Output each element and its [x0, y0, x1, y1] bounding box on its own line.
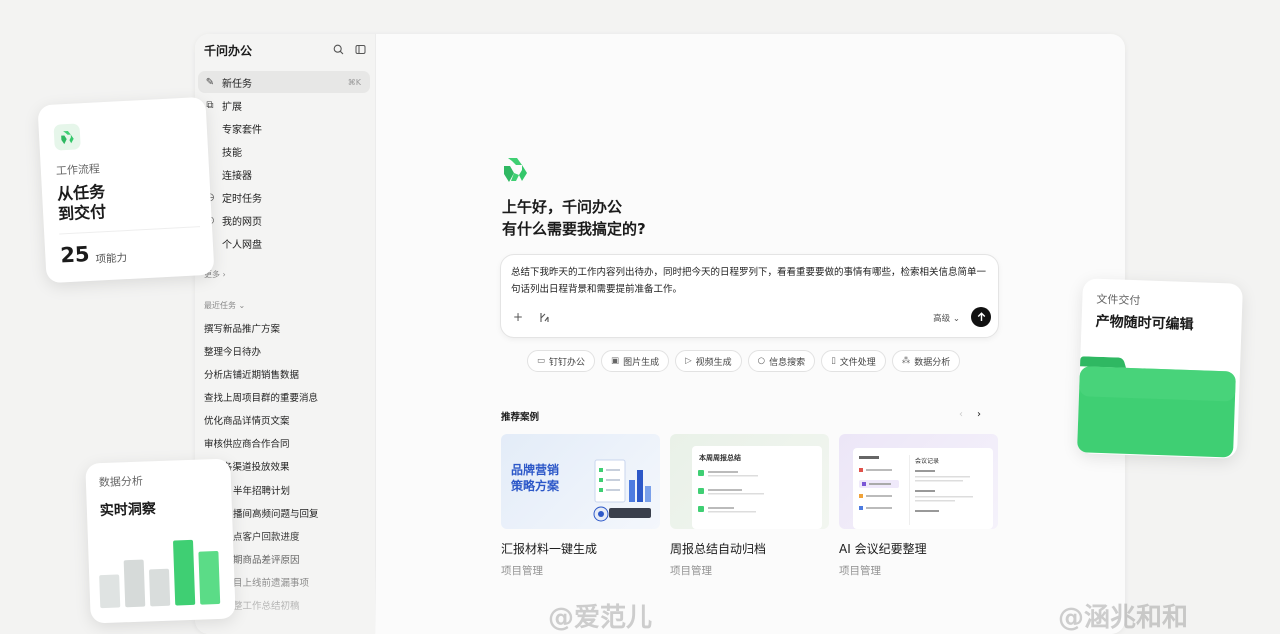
greeting: 上午好，千问办公 有什么需要我搞定的?: [502, 196, 646, 240]
chart-icon: ⁂: [901, 356, 911, 366]
chip-video-generation[interactable]: ▷ 视频生成: [675, 350, 742, 372]
recommended-cases-title: 推荐案例: [501, 412, 540, 423]
capability-count: 25: [59, 242, 91, 268]
sidebar-item-label: 新任务: [222, 78, 252, 90]
prompt-composer[interactable]: 总结下我昨天的工作内容列出待办，同时把今天的日程罗列下，看看重要要做的事情有哪些…: [500, 254, 999, 338]
card-headline: 从任务到交付: [56, 182, 107, 224]
qwen-logo-icon: [53, 123, 81, 151]
card-headline: 实时洞察: [99, 501, 157, 520]
watermark: @涵兆和和: [1058, 603, 1189, 633]
add-attachment-button[interactable]: +: [510, 309, 526, 325]
search-icon[interactable]: [331, 42, 345, 56]
sidebar-item-skills[interactable]: 技能: [198, 140, 370, 162]
case-thumbnail: 会议记录: [839, 434, 998, 529]
file-icon: ▯: [831, 356, 836, 366]
chip-data-analysis[interactable]: ⁂ 数据分析: [891, 350, 961, 372]
case-title: 周报总结自动归档: [670, 542, 767, 556]
recent-task-item[interactable]: 审核供应商合作合同: [204, 436, 290, 450]
card-label: 文件交付: [1096, 292, 1141, 308]
recent-task-item[interactable]: 目上线前遗漏事项: [233, 575, 309, 589]
sidebar-item-label: 定时任务: [222, 193, 262, 205]
case-thumbnail: 品牌营销 策略方案: [501, 434, 660, 529]
chip-dingtalk-office[interactable]: ▭ 钉钉办公: [527, 350, 596, 372]
recent-task-item[interactable]: 撰写新品推广方案: [204, 321, 280, 335]
bar-chart-illustration: [99, 539, 221, 609]
card-headline: 产物随时可编辑: [1095, 313, 1194, 334]
image-icon: ▣: [611, 356, 620, 366]
sidebar-item-scheduled-tasks[interactable]: ◷ 定时任务: [198, 186, 370, 208]
sidebar-item-extensions[interactable]: ⧉ 扩展: [198, 94, 370, 116]
app-window: 千问办公 ✎ 新任务 ⌘K ⧉ 扩展 专家套件 技能 连接器 定时任务 我的网页…: [195, 34, 1125, 634]
sidebar-item-expert-suite[interactable]: 专家套件: [198, 117, 370, 139]
recent-task-item[interactable]: 播间高频问题与回复: [233, 506, 319, 520]
case-title: 汇报材料一键生成: [501, 542, 598, 556]
tools-icon[interactable]: [536, 309, 552, 325]
recent-task-item[interactable]: 整理今日待办: [204, 344, 261, 358]
qwen-logo-icon: [502, 156, 528, 184]
case-thumbnail: 本周周报总结: [670, 434, 829, 529]
watermark: @爱范儿: [548, 603, 653, 633]
sidebar-item-personal-drive[interactable]: 个人网盘: [198, 232, 370, 254]
sidebar-item-label: 个人网盘: [222, 239, 262, 251]
edit-icon: ✎: [205, 76, 215, 88]
search-icon: ○: [757, 356, 766, 366]
case-title: AI 会议纪要整理: [839, 542, 927, 556]
capability-unit: 项能力: [95, 252, 128, 266]
sidebar-item-label: 我的网页: [222, 216, 262, 228]
greeting-line-2: 有什么需要我搞定的?: [502, 220, 646, 238]
prompt-input[interactable]: 总结下我昨天的工作内容列出待办，同时把今天的日程罗列下，看看重要要做的事情有哪些…: [511, 264, 990, 298]
recent-task-item[interactable]: 分析店铺近期销售数据: [204, 367, 299, 381]
card-label: 工作流程: [55, 162, 101, 178]
recent-task-item[interactable]: 优化商品详情页文案: [204, 413, 290, 427]
recent-tasks-header[interactable]: 最近任务 ⌄: [204, 300, 245, 311]
case-card[interactable]: 本周周报总结 周报总结自动归档 项目管理: [670, 434, 829, 578]
laptop-icon: ▭: [537, 356, 546, 366]
sidebar-item-my-webpages[interactable]: ◎ 我的网页: [198, 209, 370, 231]
recent-task-item[interactable]: 半年招聘计划: [233, 483, 290, 497]
app-title: 千问办公: [204, 44, 253, 58]
chevron-left-icon[interactable]: ‹: [959, 409, 963, 420]
case-subtitle: 项目管理: [839, 565, 881, 577]
sidebar-item-label: 连接器: [222, 170, 252, 182]
case-subtitle: 项目管理: [501, 565, 543, 577]
case-subtitle: 项目管理: [670, 565, 712, 577]
sidebar-item-label: 扩展: [222, 101, 242, 113]
sidebar-item-label: 专家套件: [222, 124, 262, 136]
advanced-dropdown[interactable]: 高级 ⌄: [933, 312, 960, 324]
shortcut-hint: ⌘K: [347, 77, 361, 87]
video-icon: ▷: [685, 356, 692, 366]
sidebar-toggle-icon[interactable]: [353, 42, 367, 56]
main-panel: 上午好，千问办公 有什么需要我搞定的? 总结下我昨天的工作内容列出待办，同时把今…: [375, 34, 1125, 634]
recent-task-item[interactable]: 整工作总结初稿: [233, 598, 300, 612]
chevron-right-icon[interactable]: ›: [977, 409, 981, 420]
chip-file-processing[interactable]: ▯ 文件处理: [821, 350, 886, 372]
chip-info-search[interactable]: ○ 信息搜索: [747, 350, 816, 372]
case-card[interactable]: 品牌营销 策略方案 汇报材料一键生成 项目管理: [501, 434, 660, 578]
case-card[interactable]: 会议记录 AI 会议纪要整理 项目管理: [839, 434, 998, 578]
sidebar-item-label: 技能: [222, 147, 242, 159]
chevron-down-icon: ⌄: [952, 314, 960, 324]
recent-task-item[interactable]: 期商品差评原因: [233, 552, 300, 566]
chip-image-generation[interactable]: ▣ 图片生成: [601, 350, 670, 372]
quick-action-chips: ▭ 钉钉办公 ▣ 图片生成 ▷ 视频生成 ○ 信息搜索 ▯ 文件处理 ⁂ 数据分析: [527, 350, 961, 372]
delivery-promo-card: 文件交付 产物随时可编辑: [1076, 278, 1244, 459]
workflow-promo-card: 工作流程 从任务到交付 25 项能力: [37, 96, 215, 284]
sidebar-item-connectors[interactable]: 连接器: [198, 163, 370, 185]
sidebar-item-new-task[interactable]: ✎ 新任务 ⌘K: [198, 71, 370, 93]
recent-task-item[interactable]: 点客户回款进度: [233, 529, 300, 543]
greeting-line-1: 上午好，千问办公: [502, 198, 623, 216]
recent-task-item[interactable]: 查找上周项目群的重要消息: [204, 390, 318, 404]
send-button[interactable]: [971, 307, 991, 327]
card-label: 数据分析: [98, 474, 144, 490]
analytics-promo-card: 数据分析 实时洞察: [85, 458, 236, 624]
folder-icon: [1077, 356, 1236, 458]
